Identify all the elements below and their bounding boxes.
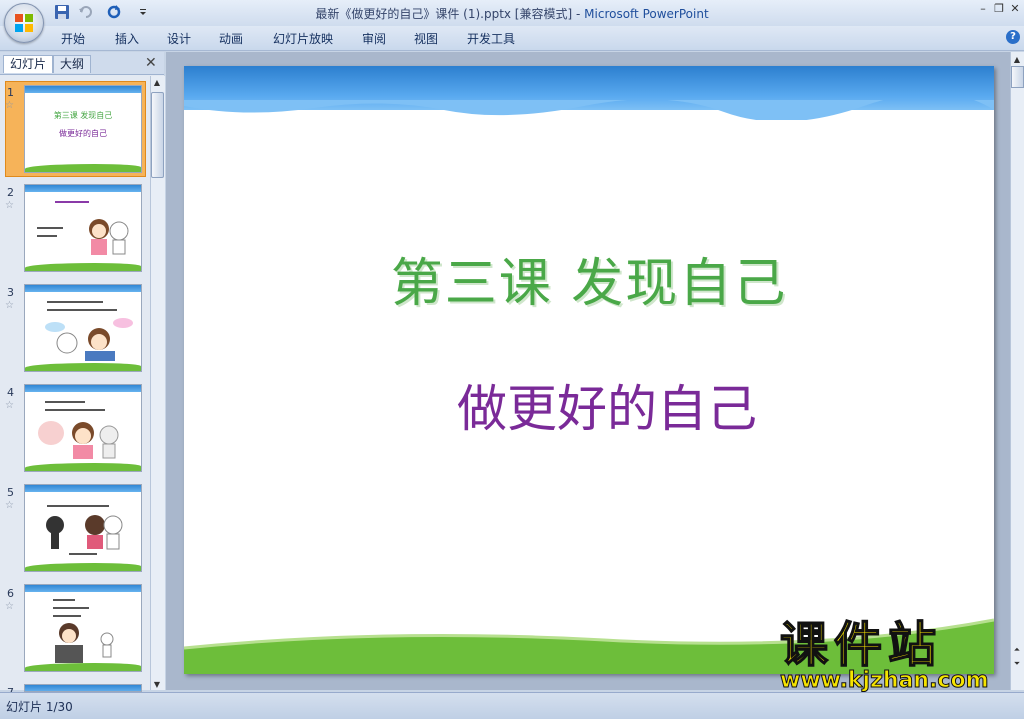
cartoon-illustration	[46, 515, 123, 550]
thumbnail-band	[25, 685, 141, 691]
slide-thumbnail-4[interactable]	[24, 384, 142, 472]
thumbnail-number: 3	[7, 286, 14, 299]
tab-home[interactable]: 开始	[61, 30, 85, 47]
restore-button[interactable]: ❐	[992, 2, 1006, 16]
animation-star-icon: ☆	[5, 601, 14, 612]
slide-thumbnail-7[interactable]	[24, 684, 142, 692]
thumbnail-grass	[25, 663, 141, 671]
prev-slide-icon[interactable]: ⏶	[1011, 644, 1023, 656]
thumbnail-grass	[25, 563, 141, 571]
animation-star-icon: ☆	[5, 400, 14, 411]
thumbnail-number: 2	[7, 186, 14, 199]
close-button[interactable]: ✕	[1008, 2, 1022, 16]
thumbnail-number: 6	[7, 587, 14, 600]
slide-indicator: 幻灯片 1/30	[6, 700, 73, 714]
tab-insert[interactable]: 插入	[115, 30, 139, 47]
scroll-down-icon[interactable]: ▼	[152, 680, 162, 690]
slide-band-edge	[184, 100, 994, 120]
thumbnail-number: 4	[7, 386, 14, 399]
app-name: Microsoft PowerPoint	[584, 7, 709, 21]
slide-thumbnail-6[interactable]	[24, 584, 142, 672]
thumbnail-grass	[25, 164, 141, 172]
slide-thumbnail-1[interactable]: 第三课 发现自己 做更好的自己	[24, 85, 142, 173]
minimize-button[interactable]: –	[976, 2, 990, 16]
slide-thumbnail-2[interactable]	[24, 184, 142, 272]
thumbnail-band	[25, 185, 141, 192]
cartoon-illustration	[55, 623, 114, 663]
undo-icon[interactable]	[78, 4, 94, 20]
office-button[interactable]	[4, 3, 44, 43]
cartoon-illustration	[38, 421, 119, 459]
animation-star-icon: ☆	[5, 200, 14, 211]
pane-close-icon[interactable]: ✕	[145, 55, 157, 71]
scrollbar-thumb[interactable]	[1011, 66, 1024, 88]
thumbnail-grass	[25, 363, 141, 371]
watermark-url: www.kjzhan.com	[780, 668, 990, 694]
thumbnail-band	[25, 86, 141, 93]
animation-star-icon: ☆	[5, 100, 14, 111]
slide-thumbnail-3[interactable]	[24, 284, 142, 372]
thumbnail-subtitle: 做更好的自己	[59, 129, 107, 138]
thumbnail-title: 第三课 发现自己	[53, 111, 113, 120]
scroll-up-icon[interactable]: ▲	[152, 78, 162, 88]
document-title: 最新《做更好的自己》课件 (1).pptx [兼容模式] -	[315, 7, 581, 21]
tab-outline[interactable]: 大纲	[53, 55, 92, 73]
thumbnail-band	[25, 485, 141, 492]
status-bar	[0, 692, 1024, 719]
office-logo-icon	[15, 14, 33, 32]
editor-scrollbar[interactable]	[1010, 52, 1024, 690]
redo-icon[interactable]	[106, 4, 122, 20]
thumbnail-band	[25, 385, 141, 392]
thumbnail-number: 5	[7, 486, 14, 499]
tab-animations[interactable]: 动画	[219, 30, 243, 47]
animation-star-icon: ☆	[5, 300, 14, 311]
next-slide-icon[interactable]: ⏷	[1011, 658, 1023, 670]
thumbnail-grass	[25, 463, 141, 471]
tab-design[interactable]: 设计	[167, 30, 191, 47]
window-title: 最新《做更好的自己》课件 (1).pptx [兼容模式] - Microsoft…	[0, 5, 1024, 22]
tab-view[interactable]: 视图	[414, 30, 438, 47]
thumbnail-number: 1	[7, 86, 14, 99]
tab-slides[interactable]: 幻灯片	[3, 55, 54, 73]
slide-title[interactable]: 第三课 发现自己	[184, 241, 994, 316]
tab-review[interactable]: 审阅	[362, 30, 386, 47]
dropdown-icon[interactable]	[138, 4, 148, 20]
save-icon[interactable]	[54, 4, 70, 20]
slide-subtitle[interactable]: 做更好的自己	[184, 369, 994, 441]
scroll-up-icon[interactable]: ▲	[1011, 54, 1023, 66]
slide-canvas[interactable]: 第三课 发现自己 做更好的自己	[184, 66, 994, 674]
scrollbar-thumb[interactable]	[151, 92, 164, 178]
tab-developer[interactable]: 开发工具	[467, 30, 515, 47]
tab-slideshow[interactable]: 幻灯片放映	[273, 30, 333, 47]
cartoon-illustration	[89, 219, 129, 255]
help-icon[interactable]: ?	[1006, 30, 1020, 44]
thumbnail-band	[25, 585, 141, 592]
cartoon-illustration	[45, 318, 133, 361]
watermark-logo: 课件站	[779, 617, 943, 673]
animation-star-icon: ☆	[5, 500, 14, 511]
thumbnail-band	[25, 285, 141, 292]
slide-thumbnail-5[interactable]	[24, 484, 142, 572]
thumbnail-grass	[25, 263, 141, 271]
